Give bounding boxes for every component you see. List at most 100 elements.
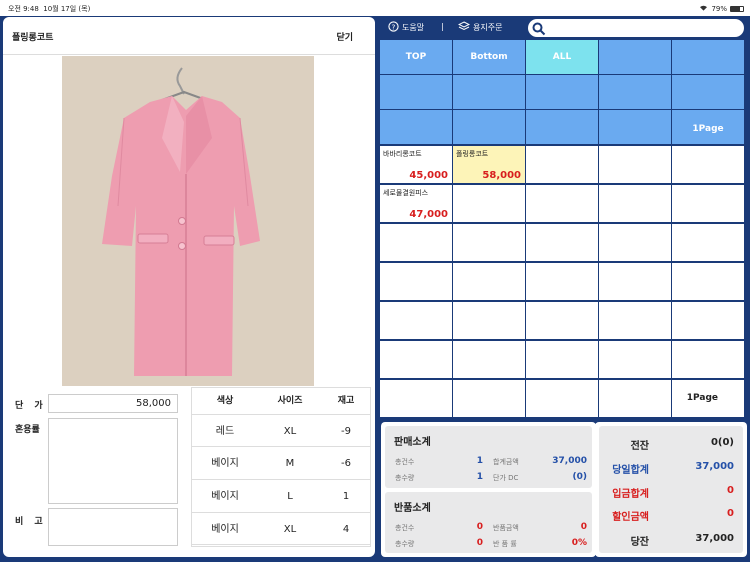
empty-product-cell[interactable] [672, 263, 744, 300]
category-cell[interactable] [672, 75, 744, 109]
product-page-indicator[interactable]: 1Page [672, 380, 744, 417]
price-field[interactable]: 58,000 [48, 394, 178, 413]
question-circle-icon: ? [388, 21, 399, 34]
empty-product-cell[interactable] [526, 341, 598, 378]
sales-subtotal: 판매소계 총건수 1 합계금액 37,000 총수량 1 단가 DC (0) [385, 426, 592, 488]
product-name: 바바리롱코트 [383, 150, 422, 158]
product-price: 47,000 [409, 209, 448, 220]
toolbar-separator: | [441, 22, 444, 31]
category-cell[interactable] [599, 75, 671, 109]
empty-product-cell[interactable] [526, 146, 598, 183]
product-price: 45,000 [409, 170, 448, 181]
subtotal-panel: 판매소계 총건수 1 합계금액 37,000 총수량 1 단가 DC (0) 반… [381, 422, 596, 557]
category-cell[interactable] [526, 110, 598, 144]
category-cell[interactable] [380, 75, 452, 109]
sales-dc: (0) [572, 472, 588, 482]
empty-product-cell[interactable] [453, 380, 525, 417]
category-all[interactable]: ALL [526, 40, 598, 74]
empty-product-cell[interactable] [453, 224, 525, 261]
empty-product-cell[interactable] [672, 224, 744, 261]
status-time: 오전 9:48 10월 17일 (목) [8, 5, 91, 13]
empty-product-cell[interactable] [599, 380, 671, 417]
empty-product-cell[interactable] [380, 263, 452, 300]
deposit-total-value: 0 [727, 485, 734, 496]
product-cell[interactable]: 바바리롱코트 45,000 [380, 146, 452, 183]
totals-panel: 전잔 0(0) 당일합계 37,000 입금합계 0 할인금액 0 당잔 37,… [595, 422, 747, 557]
category-page-indicator[interactable]: 1Page [672, 110, 744, 144]
empty-product-cell[interactable] [453, 263, 525, 300]
status-bar: 오전 9:48 10월 17일 (목) 79% [0, 0, 750, 16]
deposit-total-label: 입금합계 [612, 489, 649, 500]
return-subtotal: 반품소계 총건수 0 반품금액 0 총수량 0 반 품 률 0% [385, 492, 592, 553]
empty-product-cell[interactable] [453, 302, 525, 339]
empty-product-cell[interactable] [599, 302, 671, 339]
empty-product-cell[interactable] [672, 146, 744, 183]
category-top[interactable]: TOP [380, 40, 452, 74]
table-row[interactable]: 베이지 M -6 [192, 448, 370, 480]
empty-product-cell[interactable] [380, 380, 452, 417]
memo-field[interactable] [48, 508, 178, 546]
empty-product-cell[interactable] [672, 302, 744, 339]
empty-product-cell[interactable] [453, 341, 525, 378]
product-title: 폴링롱코트 [12, 33, 54, 43]
stock-table-header: 색상 사이즈 재고 [192, 388, 370, 415]
category-bottom[interactable]: Bottom [453, 40, 525, 74]
table-row[interactable]: 베이지 XL 4 [192, 514, 370, 545]
memo-label: 비 고 [15, 517, 47, 527]
balance-label: 당잔 [630, 537, 649, 548]
product-cell[interactable]: 폴링롱코트 58,000 [453, 146, 525, 183]
empty-product-cell[interactable] [526, 263, 598, 300]
empty-product-cell[interactable] [599, 263, 671, 300]
product-grid: TOP Bottom ALL 1Page 바바리롱코트 45,000 폴링롱코트 58… [378, 39, 748, 418]
empty-product-cell[interactable] [599, 146, 671, 183]
stock-table: 색상 사이즈 재고 레드 XL -9 베이지 M -6 베이지 L 1 베이지 … [191, 387, 371, 547]
mix-field[interactable] [48, 418, 178, 504]
empty-product-cell[interactable] [526, 380, 598, 417]
layers-icon [457, 21, 471, 34]
wifi-icon [699, 4, 708, 13]
empty-product-cell[interactable] [526, 224, 598, 261]
close-button[interactable]: 닫기 [336, 30, 353, 43]
empty-product-cell[interactable] [380, 302, 452, 339]
search-icon [532, 21, 546, 40]
category-cell[interactable] [453, 75, 525, 109]
discount-amount-label: 할인금액 [612, 512, 649, 523]
price-label: 단 가 [15, 401, 47, 411]
sales-qty: 1 [476, 472, 483, 482]
empty-product-cell[interactable] [599, 341, 671, 378]
table-row[interactable]: 베이지 L 1 [192, 481, 370, 513]
panel-header: 폴링롱코트 닫기 [3, 17, 375, 55]
empty-product-cell[interactable] [526, 185, 598, 222]
sales-count: 1 [476, 456, 483, 466]
product-cell[interactable]: 세로물결원피스 47,000 [380, 185, 452, 222]
category-cell[interactable] [599, 110, 671, 144]
table-row[interactable]: 레드 XL -9 [192, 416, 370, 447]
help-button[interactable]: ? 도움말 [388, 21, 424, 34]
category-cell[interactable] [672, 40, 744, 74]
search-input[interactable] [528, 19, 744, 37]
return-subtotal-title: 반품소계 [394, 503, 431, 514]
category-cell[interactable] [526, 75, 598, 109]
paper-order-button[interactable]: 용지주문 [457, 21, 502, 34]
return-amount: 0 [580, 522, 587, 532]
category-cell[interactable] [453, 110, 525, 144]
category-cell[interactable] [380, 110, 452, 144]
category-cell[interactable] [599, 40, 671, 74]
empty-product-cell[interactable] [672, 341, 744, 378]
empty-product-cell[interactable] [453, 185, 525, 222]
discount-amount-value: 0 [727, 508, 734, 519]
prev-balance-value: 0(0) [710, 437, 734, 448]
empty-product-cell[interactable] [599, 224, 671, 261]
empty-product-cell[interactable] [599, 185, 671, 222]
empty-product-cell[interactable] [672, 185, 744, 222]
sales-amount: 37,000 [552, 456, 587, 466]
empty-product-cell[interactable] [380, 224, 452, 261]
product-name: 폴링롱코트 [456, 150, 489, 158]
empty-product-cell[interactable] [526, 302, 598, 339]
prev-balance-label: 전잔 [630, 441, 649, 452]
product-detail-panel: 폴링롱코트 닫기 단 가 58,000 혼용률 비 고 색상 사이즈 재고 레드… [3, 17, 375, 557]
empty-product-cell[interactable] [380, 341, 452, 378]
mix-label: 혼용률 [15, 425, 40, 435]
return-rate: 0% [571, 538, 587, 548]
sales-subtotal-title: 판매소계 [394, 437, 431, 448]
